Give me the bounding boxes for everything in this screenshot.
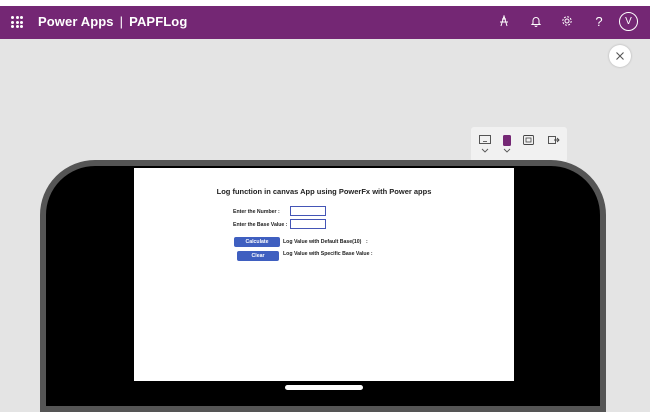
app-screen-title: Log function in canvas App using PowerFx… bbox=[216, 187, 432, 196]
number-label: Enter the Number : bbox=[233, 209, 280, 215]
phone-view-icon bbox=[503, 135, 511, 146]
calculate-button[interactable]: Calculate bbox=[234, 237, 280, 247]
number-input[interactable] bbox=[290, 206, 326, 216]
bell-icon[interactable] bbox=[528, 13, 544, 29]
base-label: Enter the Base Value : bbox=[233, 222, 288, 228]
chevron-down-icon bbox=[481, 148, 489, 153]
tablet-view-icon bbox=[479, 135, 491, 144]
share-preview-icon bbox=[548, 136, 560, 144]
app-screen: Log function in canvas App using PowerFx… bbox=[134, 168, 514, 381]
avatar[interactable]: V bbox=[619, 12, 638, 31]
default-base-result-label: Log Value with Default Base(10) bbox=[283, 239, 362, 245]
header-title: Power Apps | PAPFLog bbox=[38, 14, 187, 29]
fit-view-icon bbox=[522, 135, 534, 145]
tablet-view-button[interactable] bbox=[477, 135, 493, 159]
specific-base-result-label: Log Value with Specific Base Value : bbox=[283, 251, 373, 257]
health-monitor-icon[interactable] bbox=[496, 13, 512, 29]
app-title: PAPFLog bbox=[129, 14, 188, 29]
close-icon bbox=[616, 52, 624, 60]
base-input[interactable] bbox=[290, 219, 326, 229]
help-icon[interactable]: ? bbox=[591, 13, 607, 29]
phone-view-button[interactable] bbox=[499, 135, 515, 159]
window-top-strip bbox=[0, 0, 650, 6]
share-preview-button[interactable] bbox=[546, 135, 562, 159]
device-view-toolbar bbox=[471, 127, 567, 162]
avatar-initial: V bbox=[625, 16, 632, 27]
home-indicator bbox=[285, 385, 363, 390]
clear-button[interactable]: Clear bbox=[237, 251, 279, 261]
default-base-result-colon: : bbox=[366, 239, 368, 245]
close-preview-button[interactable] bbox=[609, 45, 631, 67]
app-name[interactable]: Power Apps bbox=[38, 14, 114, 29]
title-separator: | bbox=[119, 14, 124, 29]
waffle-icon[interactable] bbox=[11, 16, 23, 28]
chevron-down-icon bbox=[503, 148, 511, 153]
fit-view-button[interactable] bbox=[520, 135, 536, 159]
app-header: Power Apps | PAPFLog ? V bbox=[0, 0, 650, 39]
gear-icon[interactable] bbox=[559, 13, 575, 29]
